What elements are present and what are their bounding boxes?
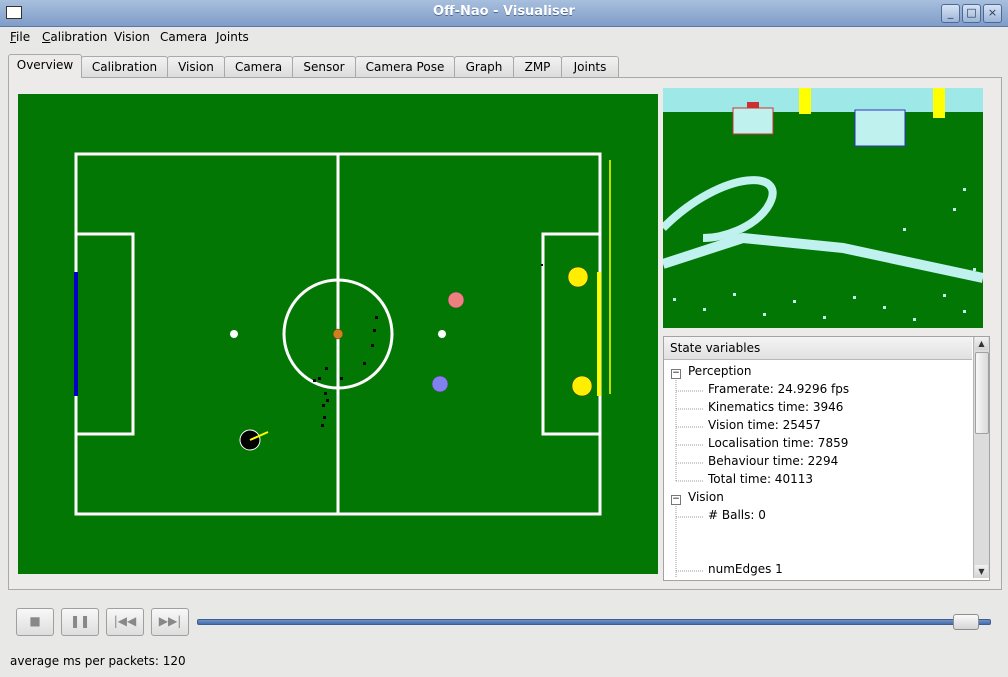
minimize-button[interactable]: _ xyxy=(941,4,960,23)
blue-goal xyxy=(74,272,78,396)
tree-connector-lines xyxy=(675,380,704,578)
particle-cloud xyxy=(313,264,543,427)
menu-vision[interactable]: Vision xyxy=(114,30,150,44)
right-penalty-box xyxy=(541,232,602,436)
tab-calibration[interactable]: Calibration xyxy=(81,56,168,77)
stop-icon: ■ xyxy=(29,614,41,628)
scroll-thumb[interactable] xyxy=(975,352,989,434)
left-penalty-mark xyxy=(230,330,238,338)
yellow-goal xyxy=(597,272,601,396)
rewind-icon: |◀◀ xyxy=(113,614,137,628)
scroll-up-icon[interactable]: ▲ xyxy=(975,337,988,350)
scroll-down-icon[interactable]: ▼ xyxy=(975,565,988,578)
yellow-beacon-bottom xyxy=(571,375,593,397)
menu-file[interactable]: File xyxy=(10,30,30,44)
state-variables-header: State variables xyxy=(664,337,972,360)
fast-forward-icon: ▶▶| xyxy=(158,614,182,628)
tree-item-framerate: Framerate: 24.9296 fps xyxy=(708,382,850,396)
title-bar: Off-Nao - Visualiser _ □ × xyxy=(0,0,1008,27)
playback-slider-handle[interactable] xyxy=(953,614,979,630)
camera-svg xyxy=(663,88,983,328)
tree-item-balls: # Balls: 0 xyxy=(708,508,766,522)
menu-joints[interactable]: Joints xyxy=(216,30,249,44)
rewind-button[interactable]: |◀◀ xyxy=(106,608,144,636)
window-title: Off-Nao - Visualiser xyxy=(433,4,575,19)
pink-robot xyxy=(447,291,465,309)
status-text: average ms per packets: 120 xyxy=(10,654,186,668)
tree-item-localisation-time: Localisation time: 7859 xyxy=(708,436,849,450)
tab-sensor[interactable]: Sensor xyxy=(292,56,356,77)
tree-item-kinematics-time: Kinematics time: 3946 xyxy=(708,400,844,414)
camera-yellow-post-right xyxy=(933,88,945,118)
menu-camera[interactable]: Camera xyxy=(160,30,207,44)
yellow-beacon-top xyxy=(567,266,589,288)
tab-overview[interactable]: Overview xyxy=(8,54,82,78)
tab-joints[interactable]: Joints xyxy=(561,56,619,77)
tab-vision[interactable]: Vision xyxy=(167,56,225,77)
close-button[interactable]: × xyxy=(983,4,1002,23)
blue-robot xyxy=(431,375,449,393)
pause-icon: ❚❚ xyxy=(69,614,91,628)
state-variables-panel: State variables − Perception Framerate: … xyxy=(663,336,990,581)
camera-robot-box-blue xyxy=(854,109,906,147)
tree-item-vision-time: Vision time: 25457 xyxy=(708,418,821,432)
tree-item-total-time: Total time: 40113 xyxy=(708,472,813,486)
stop-button[interactable]: ■ xyxy=(16,608,54,636)
tree-item-behaviour-time: Behaviour time: 2294 xyxy=(708,454,839,468)
menu-calibration[interactable]: Calibration xyxy=(42,30,107,44)
tab-zmp[interactable]: ZMP xyxy=(513,56,562,77)
camera-yellow-post-left xyxy=(799,88,811,114)
tab-graph[interactable]: Graph xyxy=(454,56,514,77)
playback-slider[interactable] xyxy=(197,619,991,625)
fast-forward-button[interactable]: ▶▶| xyxy=(151,608,189,636)
pause-button[interactable]: ❚❚ xyxy=(61,608,99,636)
ball xyxy=(332,328,344,340)
right-penalty-mark xyxy=(438,330,446,338)
state-variables-scrollbar[interactable]: ▲ ▼ xyxy=(973,337,989,578)
field-svg xyxy=(74,152,611,516)
field-view[interactable] xyxy=(18,94,658,574)
tab-camera[interactable]: Camera xyxy=(224,56,293,77)
state-variables-tree: − Perception Framerate: 24.9296 fps Kine… xyxy=(664,360,972,578)
left-penalty-box xyxy=(74,232,135,436)
camera-image xyxy=(663,88,983,328)
camera-robot-box-red xyxy=(732,107,774,135)
menu-bar: File Calibration Vision Camera Joints xyxy=(0,27,1008,48)
tree-item-numedges: numEdges 1 xyxy=(708,562,783,576)
maximize-button[interactable]: □ xyxy=(962,4,981,23)
tab-camera-pose[interactable]: Camera Pose xyxy=(355,56,455,77)
